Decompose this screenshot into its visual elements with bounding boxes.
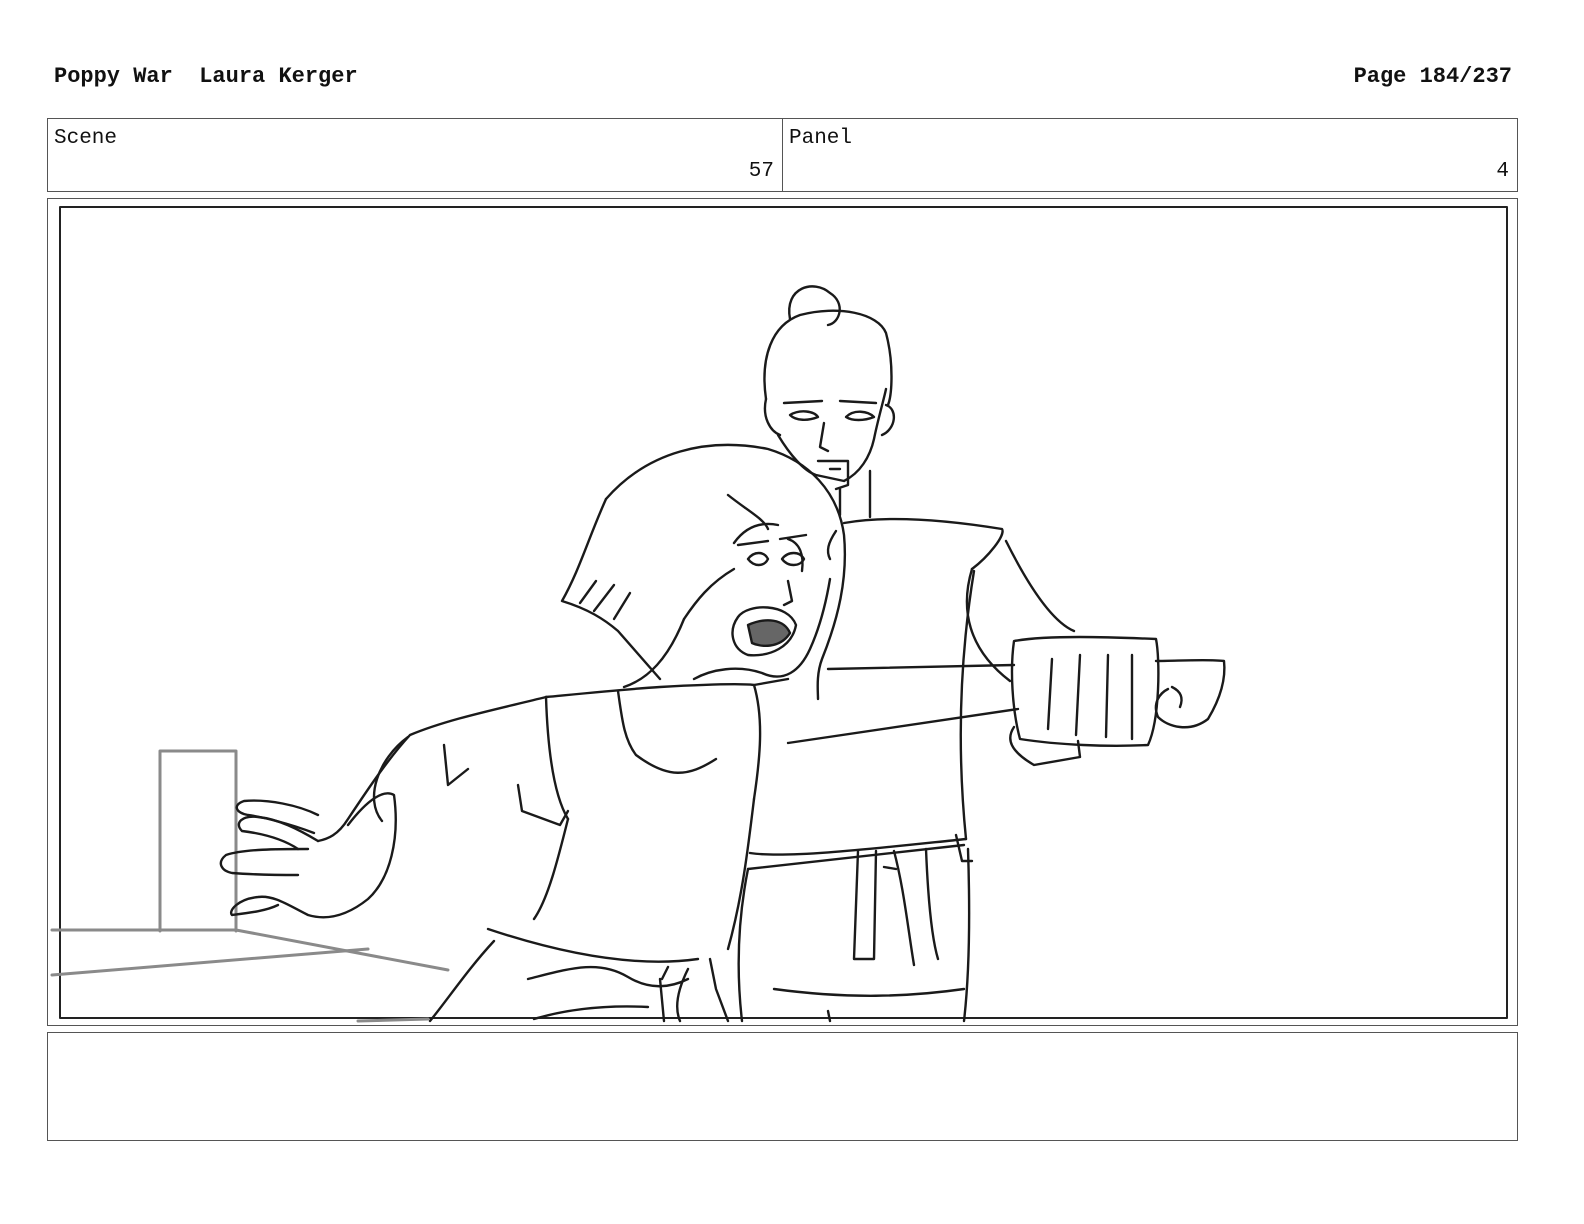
scene-label: Scene [54,127,118,150]
notes-box [47,1032,1518,1141]
scene-panel-info: Scene 57 Panel 4 [47,118,1518,192]
panel-label: Panel [789,127,853,150]
project-header: Poppy War Laura Kerger [54,64,358,89]
page-number: Page 184/237 [1353,64,1512,89]
scene-number: 57 [748,160,774,183]
storyboard-frame [47,198,1518,1026]
panel-number: 4 [1496,160,1509,183]
storyboard-sketch-icon [50,206,1508,1023]
scene-cell: Scene 57 [48,119,782,191]
panel-cell: Panel 4 [782,119,1517,191]
project-title: Poppy War [54,64,173,89]
girl-figure [219,443,847,1023]
man-figure [737,285,1226,1023]
author-name: Laura Kerger [199,64,358,89]
background-door [50,749,450,1023]
